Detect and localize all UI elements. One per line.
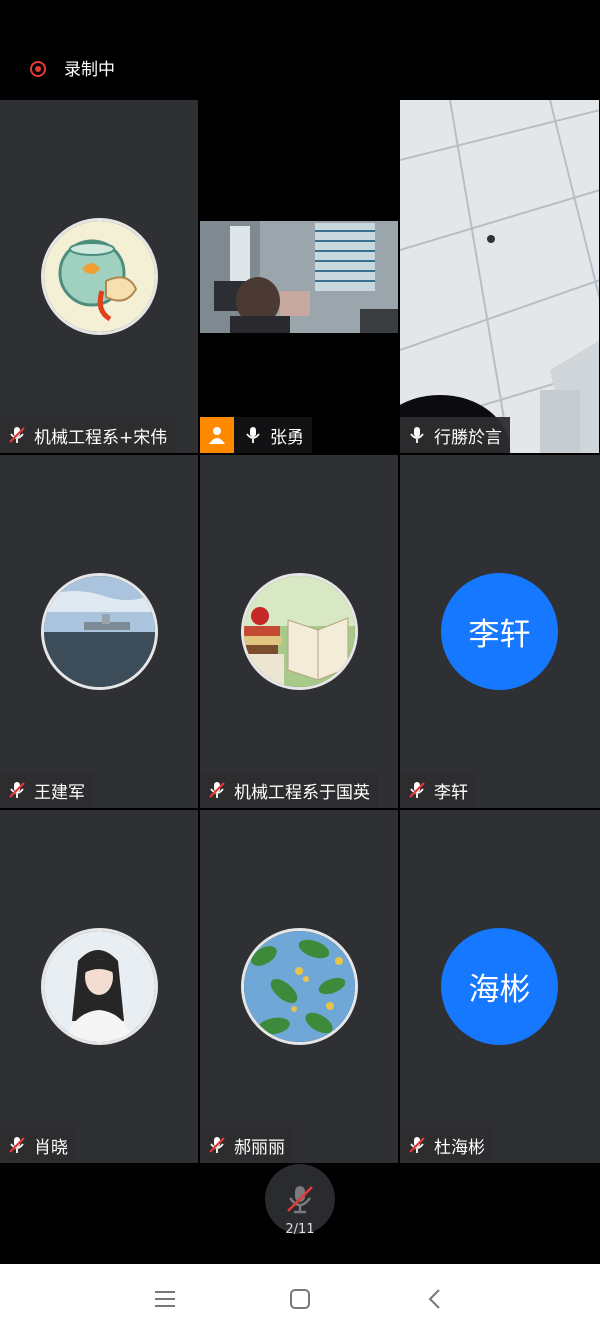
participant-tile[interactable]: 机械工程系于国英 <box>200 455 399 809</box>
books-avatar-icon <box>244 576 355 687</box>
participant-grid: 机械工程系+宋伟 张勇 行勝於言 王建军 机械工程系于国英 李轩 李轩 肖晓 郝… <box>0 100 600 1164</box>
system-nav-bar <box>0 1264 600 1333</box>
muted-mic-icon <box>9 427 25 443</box>
muted-mic-icon <box>9 1137 25 1153</box>
muted-mic-icon <box>9 782 25 798</box>
mic-icon <box>246 427 260 443</box>
participant-name: 机械工程系于国英 <box>234 782 370 803</box>
portrait-avatar-icon <box>44 931 155 1042</box>
participant-name: 机械工程系+宋伟 <box>34 427 168 448</box>
camera-feed-image <box>400 100 599 453</box>
participant-name-bar: 杜海彬 <box>400 1127 493 1163</box>
participant-name: 李轩 <box>434 782 468 803</box>
participant-name-bar: 李轩 <box>400 772 476 808</box>
participant-tile-video[interactable]: 行勝於言 <box>400 100 600 454</box>
participant-name: 王建军 <box>34 782 85 803</box>
participant-name: 郝丽丽 <box>234 1137 285 1158</box>
muted-mic-icon <box>409 1137 425 1153</box>
seascape-avatar-icon <box>44 576 155 687</box>
participant-name-bar: 行勝於言 <box>400 417 510 453</box>
avatar <box>41 218 158 335</box>
participant-name-bar: 机械工程系于国英 <box>200 772 378 808</box>
back-icon[interactable] <box>422 1286 448 1312</box>
meeting-controls: 2/11 <box>0 1164 600 1264</box>
home-icon[interactable] <box>287 1286 313 1312</box>
leaves-avatar-icon <box>244 931 355 1042</box>
avatar <box>41 573 158 690</box>
person-icon <box>209 427 225 444</box>
initials-avatar: 李轩 <box>441 573 558 690</box>
muted-mic-icon <box>287 1186 313 1214</box>
recording-label: 录制中 <box>64 60 115 80</box>
participant-name: 行勝於言 <box>434 427 502 448</box>
participant-tile[interactable]: 郝丽丽 <box>200 810 399 1164</box>
camera-feed <box>200 221 398 333</box>
participant-name-bar: 机械工程系+宋伟 <box>0 417 176 453</box>
avatar <box>41 928 158 1045</box>
initials-avatar: 海彬 <box>441 928 558 1045</box>
participant-tile[interactable]: 海彬 杜海彬 <box>400 810 600 1164</box>
avatar <box>241 573 358 690</box>
menu-icon[interactable] <box>152 1286 178 1312</box>
participant-name: 肖晓 <box>34 1137 68 1158</box>
host-badge-icon <box>200 417 234 453</box>
avatar <box>241 928 358 1045</box>
participant-tile-video[interactable]: 张勇 <box>200 100 399 454</box>
top-bar: 录制中 <box>0 0 600 100</box>
recording-indicator-icon <box>30 61 46 77</box>
participant-tile[interactable]: 肖晓 <box>0 810 199 1164</box>
muted-mic-icon <box>209 1137 225 1153</box>
muted-mic-icon <box>409 782 425 798</box>
camera-feed-image <box>200 221 398 333</box>
muted-mic-icon <box>209 782 225 798</box>
participant-name: 杜海彬 <box>434 1137 485 1158</box>
participant-tile[interactable]: 机械工程系+宋伟 <box>0 100 199 454</box>
participant-name-bar: 肖晓 <box>0 1127 76 1163</box>
camera-feed <box>400 100 599 453</box>
page-indicator: 2/11 <box>285 1222 315 1237</box>
participant-name-bar: 王建军 <box>0 772 93 808</box>
fishbowl-avatar-icon <box>44 221 155 332</box>
participant-tile[interactable]: 王建军 <box>0 455 199 809</box>
participant-name-bar: 郝丽丽 <box>200 1127 293 1163</box>
participant-name-bar: 张勇 <box>200 417 312 453</box>
participant-name: 张勇 <box>270 427 304 448</box>
mic-icon <box>410 427 424 443</box>
participant-tile[interactable]: 李轩 李轩 <box>400 455 600 809</box>
